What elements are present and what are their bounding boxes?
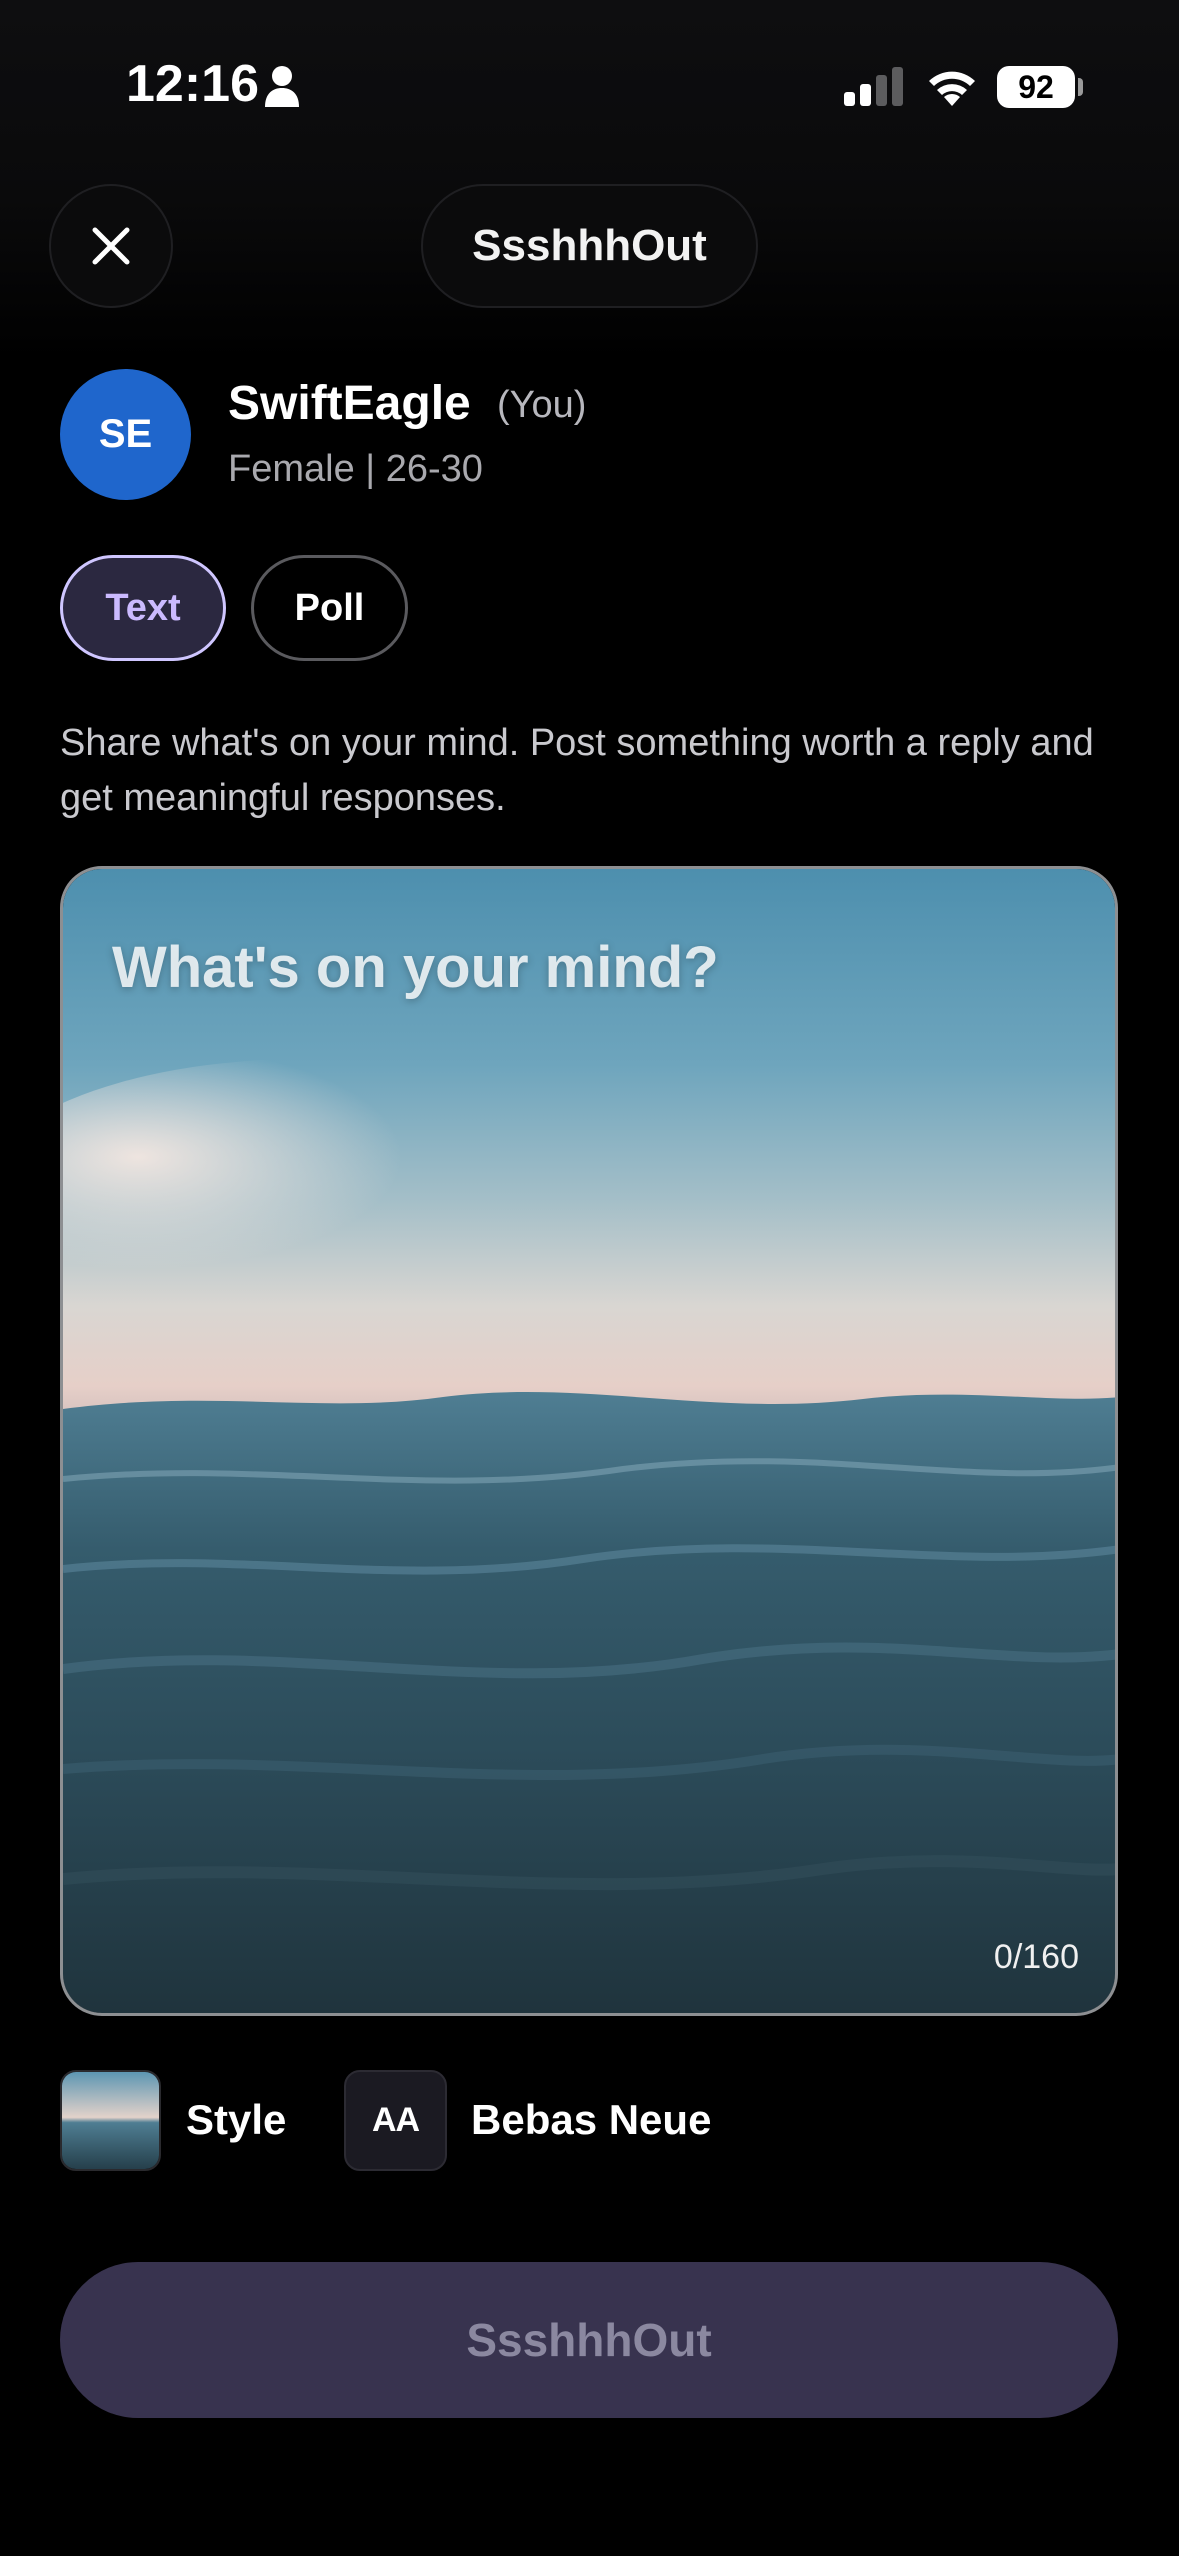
submit-button[interactable]: SsshhhOut [60, 2262, 1118, 2418]
tab-text[interactable]: Text [60, 555, 226, 661]
close-icon [92, 227, 130, 265]
font-label[interactable]: Bebas Neue [471, 2096, 711, 2144]
person-icon [265, 66, 299, 107]
composer-description: Share what's on your mind. Post somethin… [60, 722, 1094, 819]
ocean-background-image [63, 869, 1115, 2013]
username: SwiftEagle [228, 377, 471, 430]
style-label[interactable]: Style [186, 2096, 286, 2144]
style-preview-image [62, 2072, 159, 2169]
wifi-icon [929, 71, 975, 106]
signal-icon [844, 67, 903, 106]
user-meta: Female | 26-30 [228, 448, 483, 490]
you-tag: (You) [497, 384, 587, 426]
close-button[interactable] [49, 184, 173, 308]
font-thumbnail[interactable]: AA [344, 2070, 447, 2171]
avatar: SE [60, 369, 191, 500]
status-time: 12:16 [126, 55, 259, 113]
composer-card[interactable]: What's on your mind? 0/160 [60, 866, 1118, 2016]
post-text-input[interactable]: What's on your mind? [112, 934, 719, 1001]
status-bar: 12:16 92 [0, 0, 1179, 170]
style-thumbnail[interactable] [60, 2070, 161, 2171]
tab-poll[interactable]: Poll [251, 555, 408, 661]
header-title: SsshhhOut [421, 184, 758, 308]
character-counter: 0/160 [993, 1938, 1079, 1976]
battery-cap [1078, 78, 1083, 96]
battery-icon: 92 [997, 66, 1075, 108]
